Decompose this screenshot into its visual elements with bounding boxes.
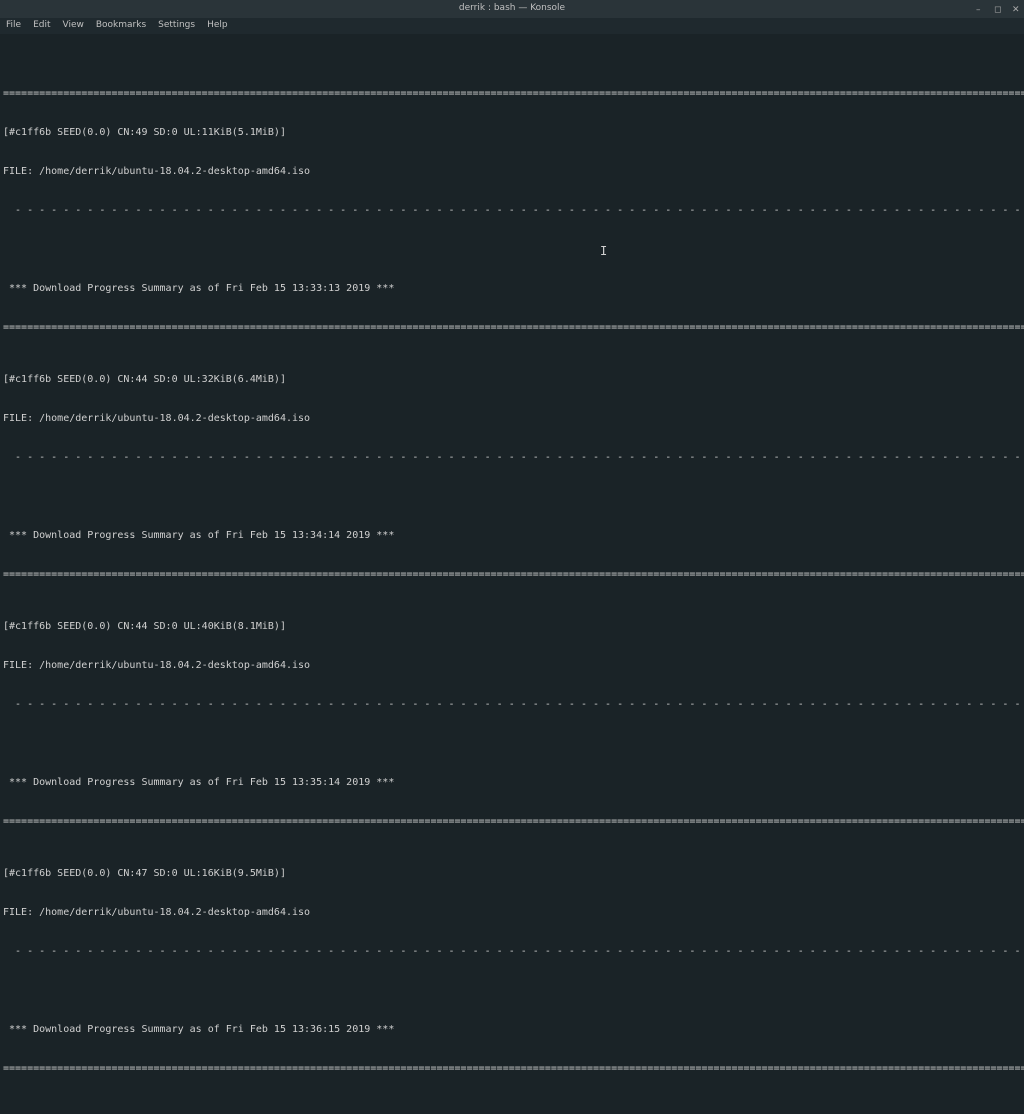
file-path: FILE: /home/derrik/ubuntu-18.04.2-deskto… xyxy=(3,659,1021,672)
blank-line xyxy=(3,243,1021,256)
file-path: FILE: /home/derrik/ubuntu-18.04.2-deskto… xyxy=(3,412,1021,425)
menu-view[interactable]: View xyxy=(63,20,84,32)
file-path: FILE: /home/derrik/ubuntu-18.04.2-deskto… xyxy=(3,906,1021,919)
file-path: FILE: /home/derrik/ubuntu-18.04.2-deskto… xyxy=(3,165,1021,178)
close-icon[interactable]: ✕ xyxy=(1012,5,1020,13)
blank-line xyxy=(3,490,1021,503)
dash-separator: - - - - - - - - - - - - - - - - - - - - … xyxy=(3,945,1021,958)
blank-line xyxy=(3,737,1021,750)
separator-line: ========================================… xyxy=(3,815,1021,828)
dash-separator: - - - - - - - - - - - - - - - - - - - - … xyxy=(3,698,1021,711)
separator-line: ========================================… xyxy=(3,87,1021,100)
menu-bar: File Edit View Bookmarks Settings Help xyxy=(0,18,1024,34)
window-controls: – ◻ ✕ xyxy=(976,5,1020,13)
menu-bookmarks[interactable]: Bookmarks xyxy=(96,20,146,32)
separator-line: ========================================… xyxy=(3,1062,1021,1075)
progress-summary: *** Download Progress Summary as of Fri … xyxy=(3,282,1021,295)
window-title: derrik : bash — Konsole xyxy=(459,3,565,15)
seed-status: [#c1ff6b SEED(0.0) CN:44 SD:0 UL:32KiB(6… xyxy=(3,373,1021,386)
blank-line xyxy=(3,984,1021,997)
dash-separator: - - - - - - - - - - - - - - - - - - - - … xyxy=(3,451,1021,464)
menu-settings[interactable]: Settings xyxy=(158,20,195,32)
menu-help[interactable]: Help xyxy=(207,20,228,32)
separator-line: ========================================… xyxy=(3,568,1021,581)
dash-separator: - - - - - - - - - - - - - - - - - - - - … xyxy=(3,204,1021,217)
seed-status: [#c1ff6b SEED(0.0) CN:47 SD:0 UL:16KiB(9… xyxy=(3,867,1021,880)
menu-edit[interactable]: Edit xyxy=(33,20,50,32)
progress-summary: *** Download Progress Summary as of Fri … xyxy=(3,1023,1021,1036)
window-titlebar: derrik : bash — Konsole – ◻ ✕ xyxy=(0,0,1024,18)
separator-line: ========================================… xyxy=(3,321,1021,334)
maximize-icon[interactable]: ◻ xyxy=(994,5,1002,13)
minimize-icon[interactable]: – xyxy=(976,5,984,13)
progress-summary: *** Download Progress Summary as of Fri … xyxy=(3,776,1021,789)
progress-summary: *** Download Progress Summary as of Fri … xyxy=(3,529,1021,542)
terminal-output[interactable]: I ======================================… xyxy=(0,34,1024,1114)
seed-status: [#c1ff6b SEED(0.0) CN:49 SD:0 UL:11KiB(5… xyxy=(3,126,1021,139)
seed-status: [#c1ff6b SEED(0.0) CN:44 SD:0 UL:40KiB(8… xyxy=(3,620,1021,633)
menu-file[interactable]: File xyxy=(6,20,21,32)
